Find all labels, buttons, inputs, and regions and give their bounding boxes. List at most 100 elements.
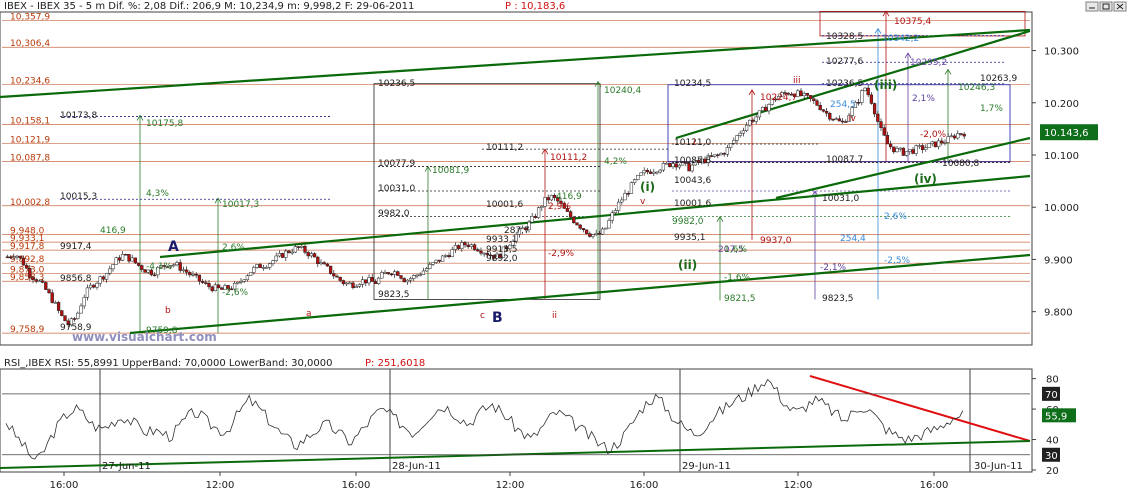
candle-down [476,249,480,252]
annotation-label: 254,4 [840,234,866,244]
candle-up [114,257,118,265]
level-label: 10,357,9 [10,12,50,22]
annotation-label: 9823,5 [822,294,854,304]
candle-down [40,280,45,283]
candle-up [936,140,941,148]
candle-up [655,171,659,174]
candle-up [623,193,627,201]
candle-down [402,278,406,283]
candle-up [444,255,448,257]
candle-up [748,119,752,126]
candle-up [616,201,621,211]
candle-down [911,149,915,154]
wave-label: (iv) [914,172,937,186]
annotation-label: 10077,9 [378,159,415,169]
candle-down [751,119,755,122]
candle-up [88,284,93,289]
candle-down [47,289,51,293]
candle-down [866,87,870,96]
wave-label: i [693,138,696,148]
x-tick-label: 16:00 [630,480,659,491]
chart-header-title: IBEX - IBEX 35 - 5 m Dif. %: 2,08 Dif.: … [4,1,414,12]
candle-down [588,233,592,237]
annotation-label: -2,1% [820,263,847,273]
candle-down [472,244,477,250]
annotation-label: 9917,4 [60,242,92,252]
wave-label: iv [848,114,857,124]
annotation-label: 416,9 [100,226,126,236]
candle-up [728,143,733,148]
candle-up [104,272,109,280]
min-icon[interactable] [1085,1,1099,12]
candle-up [732,140,736,144]
annotation-label: 2,9% [548,202,571,212]
chart-canvas[interactable]: 10,357,9 10,306,4 10,234,6 10,158,1 10,121,9… [0,0,1128,495]
annotation-label: 10236,5 [826,79,863,89]
candle-up [610,212,614,221]
candle-down [127,254,131,262]
candle-up [741,130,746,134]
candle-up [636,174,640,180]
candle-down [21,257,26,266]
y-tick-label: 10.000 [1044,203,1079,214]
candle-up [79,305,83,314]
candle-up [767,104,771,112]
candle-down [18,255,22,259]
candle-up [629,182,634,194]
annotation-label: 10295,2 [910,58,947,68]
candle-down [325,263,330,267]
candle-up [834,118,838,121]
annotation-label: 10043,6 [674,176,711,186]
annotation-label: 10328,5 [826,32,863,42]
candle-down [568,211,573,218]
candle-down [322,262,326,265]
candle-up [15,255,19,258]
candle-up [412,275,416,279]
candle-up [904,151,909,156]
candle-down [152,274,157,277]
window-controls [1085,1,1127,12]
candle-down [60,310,64,316]
candle-down [952,135,957,139]
candle-up [652,171,656,174]
candle-up [348,282,352,285]
candle-down [885,134,890,145]
candle-up [943,142,947,144]
candle-up [607,220,611,229]
candle-down [808,95,813,99]
candle-down [316,256,320,265]
price-panel[interactable] [0,11,1033,346]
candle-down [799,90,803,96]
candle-up [536,207,541,218]
candle-down [668,162,672,168]
candle-up [914,145,918,154]
wave-label: A [168,239,179,255]
candle-down [879,121,883,129]
restore-icon[interactable] [1099,1,1113,12]
candle-down [389,273,394,276]
annotation-label: 9821,5 [724,294,756,304]
annotation-label: 2,1% [912,94,935,104]
candle-up [255,264,259,268]
wave-label: a [306,309,312,319]
candle-down [296,246,301,248]
wave-label: ii [552,311,557,321]
candle-down [856,101,861,104]
candle-up [543,197,547,207]
chart-header-price: P : 10,183,6 [505,1,565,12]
candle-down [136,262,141,266]
candle-down [124,254,128,256]
candle-up [639,172,643,176]
candle-up [252,267,256,273]
candle-down [184,269,189,273]
annotation-label: 10080,8 [942,159,979,169]
annotation-label: -1,6% [724,273,751,283]
candle-up [405,279,410,283]
wave-label: v [640,197,646,207]
annotation-label: 9892,0 [486,254,518,264]
rsi-panel[interactable] [0,368,1033,473]
candle-up [719,153,723,156]
candle-up [428,264,432,269]
annotation-label: 10246,3 [958,83,995,93]
candle-up [620,199,624,203]
